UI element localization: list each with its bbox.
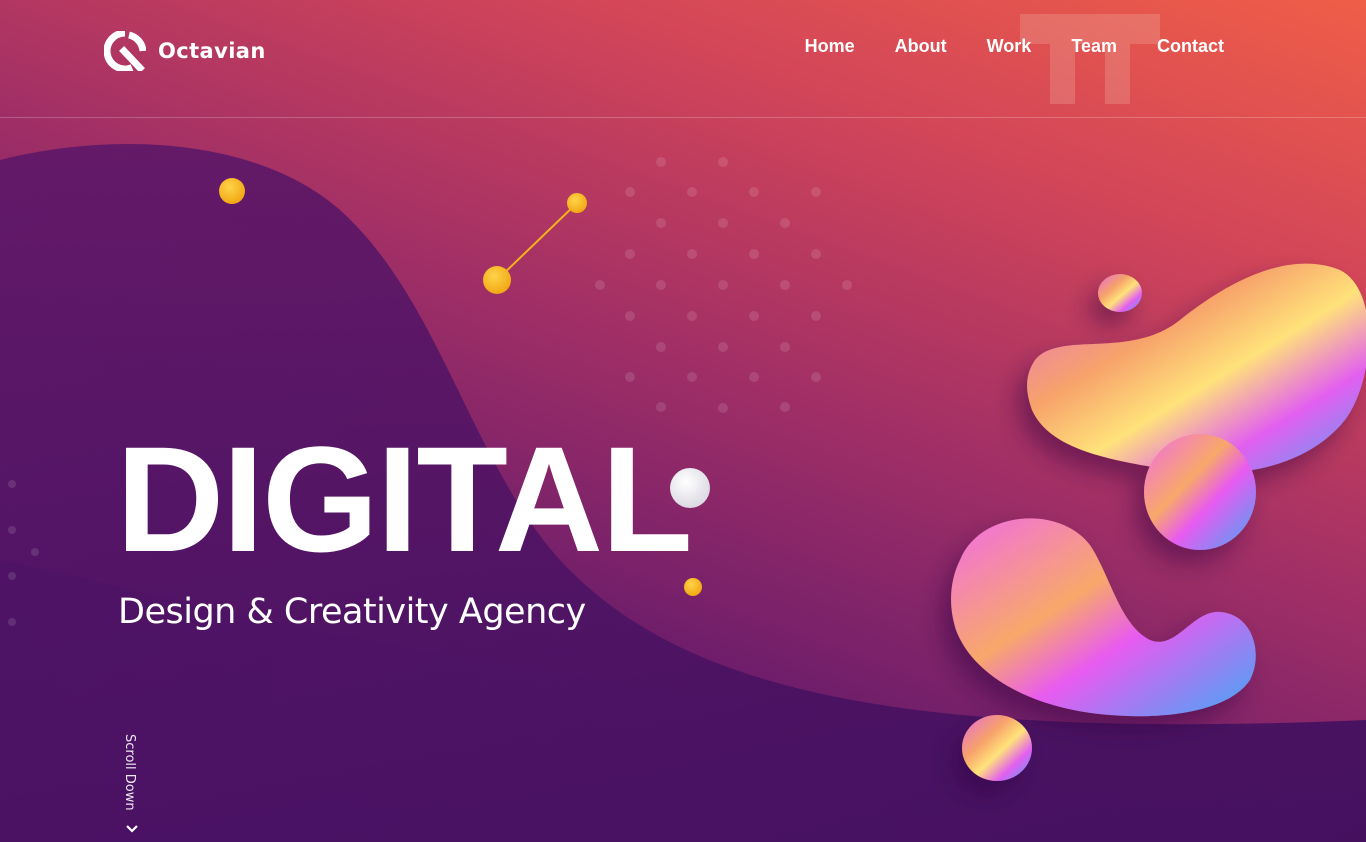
- nav-team[interactable]: Team: [1071, 36, 1117, 57]
- faded-decorative-stamp: [1020, 14, 1160, 104]
- scroll-down-label: Scroll Down: [122, 734, 137, 811]
- scroll-down-link[interactable]: Scroll Down: [122, 734, 142, 836]
- chevron-down-icon: [126, 825, 138, 833]
- nav-about[interactable]: About: [895, 36, 947, 57]
- brand-name: Octavian: [158, 39, 266, 63]
- main-nav: Home About Work Team Contact: [805, 36, 1224, 57]
- nav-work[interactable]: Work: [987, 36, 1032, 57]
- nav-home[interactable]: Home: [805, 36, 855, 57]
- site-header: Octavian Home About Work Team Contact: [0, 0, 1366, 118]
- q-logo-icon: [104, 31, 146, 71]
- hero-title: DIGITAL: [116, 415, 693, 583]
- hero-section: Octavian Home About Work Team Contact DI…: [0, 0, 1366, 842]
- hero-subtitle: Design & Creativity Agency: [118, 592, 586, 632]
- brand[interactable]: Octavian: [104, 31, 266, 71]
- nav-contact[interactable]: Contact: [1157, 36, 1224, 57]
